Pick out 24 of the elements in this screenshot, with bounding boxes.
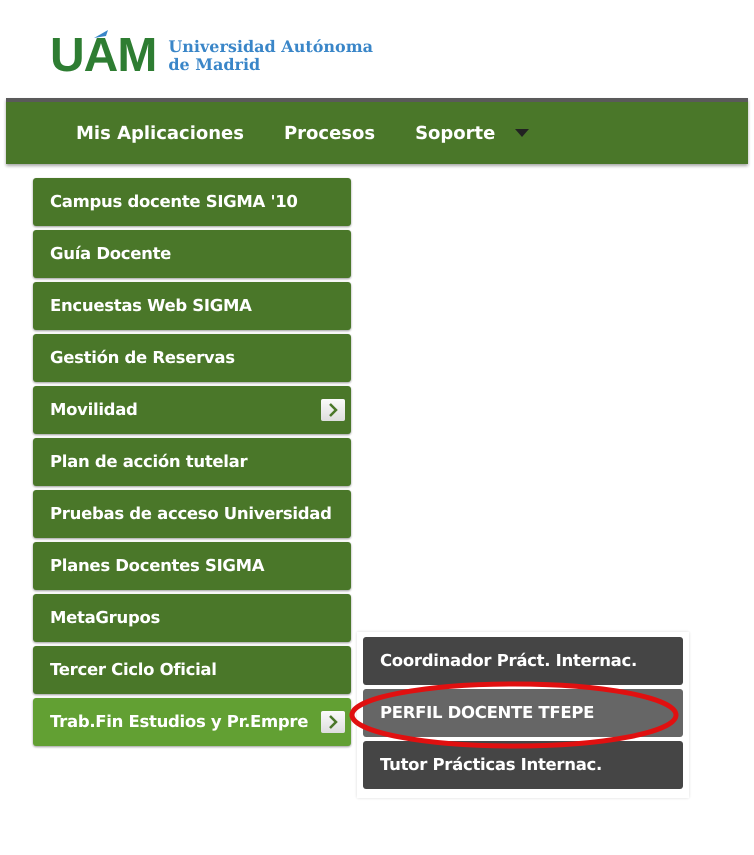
chevron-right-icon[interactable]	[321, 399, 345, 421]
menu-item[interactable]: Encuestas Web SIGMA	[33, 282, 351, 330]
caret-icon[interactable]	[515, 129, 530, 137]
nav-link[interactable]: Procesos	[278, 120, 410, 146]
logo-mark: UAM	[50, 32, 156, 80]
menu-item[interactable]: Pruebas de acceso Universidad	[33, 490, 351, 538]
accent-icon	[94, 30, 108, 38]
menu-item[interactable]: Tercer Ciclo Oficial	[33, 646, 351, 694]
menu-item[interactable]: Plan de acción tutelar	[33, 438, 351, 486]
menu-item[interactable]: Movilidad	[33, 386, 351, 434]
nav-link[interactable]: Mis Aplicaciones	[70, 120, 278, 146]
menu-item[interactable]: Gestión de Reservas	[33, 334, 351, 382]
university-name: de Madrid	[168, 56, 262, 74]
submenu-item[interactable]: PERFIL DOCENTE TFEPE	[363, 689, 683, 737]
university-name: Universidad Autónoma	[168, 38, 373, 56]
chevron-right-icon[interactable]	[321, 711, 345, 733]
nav-link[interactable]: Soporte	[409, 120, 530, 146]
menu-item[interactable]: Campus docente SIGMA '10	[33, 178, 351, 226]
submenu-item[interactable]: Coordinador Práct. Internac.	[363, 637, 683, 685]
menu-item[interactable]: Planes Docentes SIGMA	[33, 542, 351, 590]
menu-item[interactable]: MetaGrupos	[33, 594, 351, 642]
submenu-item[interactable]: Tutor Prácticas Internac.	[363, 741, 683, 789]
menu-item[interactable]: Guía Docente	[33, 230, 351, 278]
menu-item[interactable]: Trab.Fin Estudios y Pr.Empre	[33, 698, 351, 746]
